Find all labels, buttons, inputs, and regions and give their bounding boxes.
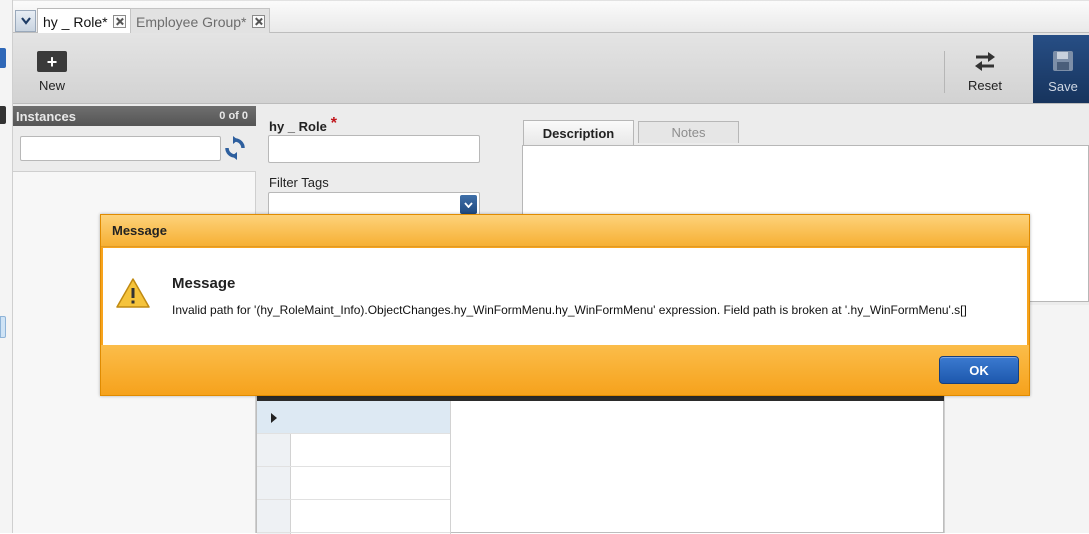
- refresh-icon: [225, 136, 245, 160]
- instances-title: Instances: [16, 108, 76, 124]
- table-row[interactable]: [257, 500, 450, 533]
- instances-search-input[interactable]: [20, 136, 221, 161]
- left-edge-marker: [0, 106, 6, 124]
- swap-arrows-icon: [974, 52, 995, 71]
- dialog-body: Message Invalid path for '(hy_RoleMaint_…: [103, 248, 1027, 345]
- tab-employee-group[interactable]: Employee Group*: [130, 8, 270, 34]
- save-button[interactable]: Save: [1033, 35, 1089, 103]
- new-button[interactable]: + New: [37, 51, 67, 93]
- filter-tags-select[interactable]: [268, 192, 480, 216]
- current-row-arrow-icon: [271, 413, 277, 423]
- document-tab-strip: hy _ Role* Employee Group*: [13, 0, 1089, 34]
- table-row[interactable]: [257, 467, 450, 500]
- new-button-label: New: [38, 78, 65, 93]
- dialog-footer: OK: [101, 345, 1029, 395]
- grid-column-divider: [450, 401, 451, 534]
- role-field-label: hy _ Role *: [269, 115, 338, 136]
- filter-tags-label: Filter Tags: [269, 175, 329, 190]
- reset-button-label: Reset: [968, 78, 1002, 93]
- instances-count: 0 of 0: [219, 110, 248, 122]
- refresh-button[interactable]: [224, 136, 246, 160]
- toolbar: + New Reset Save: [13, 33, 1089, 104]
- tab-label: hy _ Role*: [43, 13, 108, 30]
- dialog-title: Message: [101, 215, 1029, 247]
- tab-description[interactable]: Description: [523, 120, 634, 145]
- chevron-down-icon: [464, 201, 473, 208]
- dialog-heading: Message: [172, 275, 236, 292]
- role-label-text: hy _ Role: [269, 119, 327, 134]
- left-edge-marker: [0, 48, 6, 68]
- plus-icon: +: [37, 51, 67, 72]
- data-grid: [256, 393, 945, 534]
- tab-notes[interactable]: Notes: [638, 121, 739, 143]
- chevron-down-icon: [20, 17, 31, 25]
- message-dialog: Message Message Invalid path for '(hy_Ro…: [100, 214, 1030, 396]
- left-edge-panel: [0, 0, 13, 533]
- tab-list-dropdown-button[interactable]: [15, 10, 36, 32]
- warning-icon: [116, 278, 150, 308]
- instances-header: Instances 0 of 0: [13, 106, 256, 126]
- tab-hy-role[interactable]: hy _ Role*: [37, 8, 131, 34]
- save-button-label: Save: [1048, 79, 1078, 94]
- table-row[interactable]: [257, 401, 450, 434]
- ok-button[interactable]: OK: [939, 356, 1019, 384]
- floppy-disk-icon: [1053, 51, 1073, 71]
- required-indicator: *: [330, 115, 338, 132]
- dialog-message: Invalid path for '(hy_RoleMaint_Info).Ob…: [172, 303, 967, 317]
- toolbar-divider: [944, 51, 945, 93]
- left-edge-marker: [0, 316, 6, 338]
- role-input[interactable]: [268, 135, 480, 163]
- close-icon[interactable]: [112, 15, 126, 28]
- filter-tags-dropdown-button[interactable]: [460, 195, 477, 214]
- reset-button[interactable]: Reset: [968, 51, 1002, 93]
- close-icon[interactable]: [251, 15, 265, 28]
- table-row[interactable]: [257, 434, 450, 467]
- tab-label: Employee Group*: [136, 13, 247, 30]
